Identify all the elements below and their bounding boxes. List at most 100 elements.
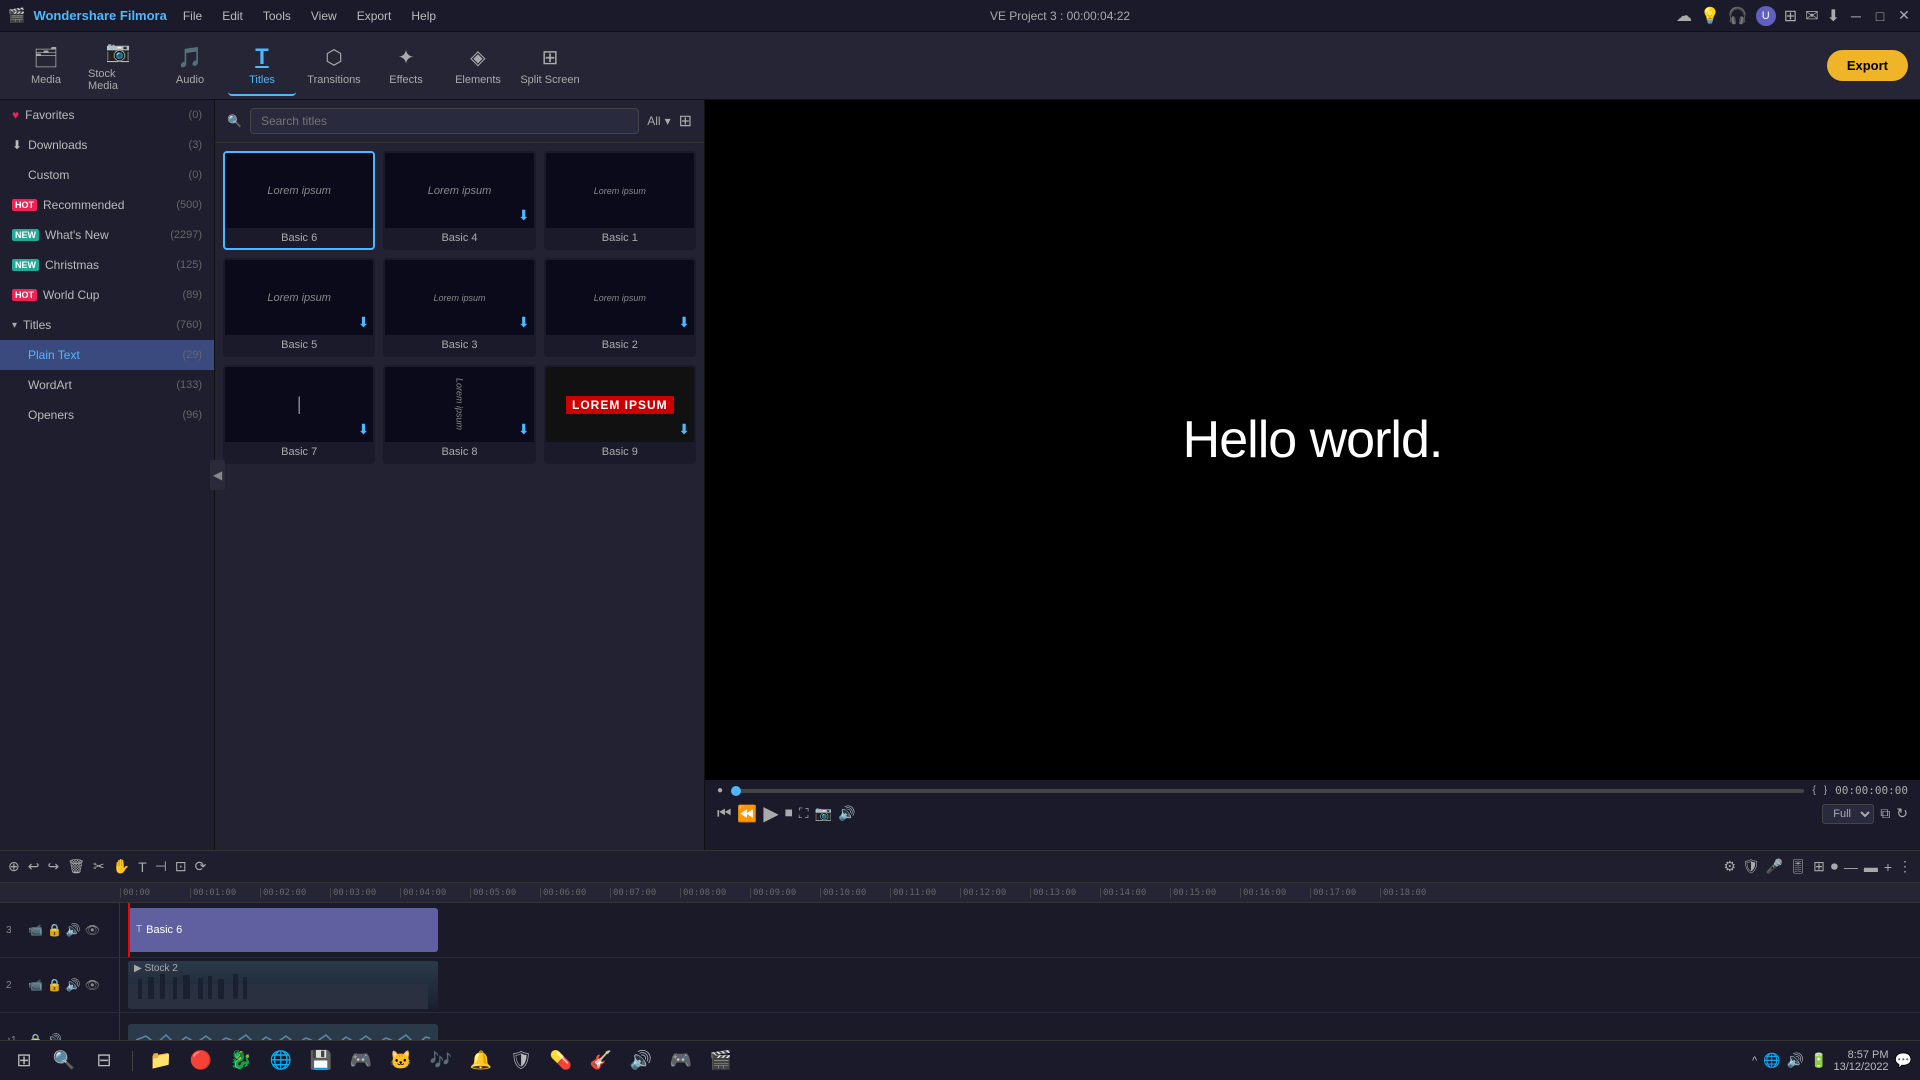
tool-transitions[interactable]: ⬡ Transitions xyxy=(300,36,368,96)
sidebar-item-favorites[interactable]: ♥ Favorites (0) xyxy=(0,100,214,130)
title-card-basic1[interactable]: Lorem ipsum Basic 1 xyxy=(544,151,696,250)
taskbar-app6-icon[interactable]: 🐱 xyxy=(385,1045,417,1077)
tool-effects[interactable]: ✦ Effects xyxy=(372,36,440,96)
title-card-basic4[interactable]: Lorem ipsum ⬇ Basic 4 xyxy=(383,151,535,250)
delete-button[interactable]: 🗑 xyxy=(67,858,85,875)
seek-bar[interactable] xyxy=(731,789,1804,793)
taskbar-chevron-icon[interactable]: ^ xyxy=(1752,1055,1757,1067)
play-button[interactable]: ▶ xyxy=(763,801,778,826)
taskbar-spotify-icon[interactable]: 🎸 xyxy=(585,1045,617,1077)
sidebar-item-recommended[interactable]: HOT Recommended (500) xyxy=(0,190,214,220)
tool-titles[interactable]: T Titles xyxy=(228,36,296,96)
title-card-basic6[interactable]: Lorem ipsum Basic 6 xyxy=(223,151,375,250)
track-eye-icon-3[interactable]: 👁 xyxy=(85,923,100,937)
render-button[interactable]: ↻ xyxy=(1896,805,1908,822)
track-eye-icon-2[interactable]: 👁 xyxy=(85,978,100,992)
track-lock-icon-3[interactable]: 🔒 xyxy=(47,923,62,937)
layout-icon[interactable]: ⊞ xyxy=(1813,858,1825,875)
taskbar-network-icon[interactable]: 🌐 xyxy=(1763,1052,1780,1069)
track-lock-icon-2[interactable]: 🔒 xyxy=(47,978,62,992)
export-button[interactable]: Export xyxy=(1827,50,1908,81)
shield-icon[interactable]: 🛡 xyxy=(1742,858,1760,875)
title-card-text9[interactable]: LOREM IPSUM ⬇ Basic 9 xyxy=(544,365,696,464)
track-mute-icon-3[interactable]: 🔊 xyxy=(66,923,81,937)
close-button[interactable]: ✕ xyxy=(1896,8,1912,24)
stop-button[interactable]: ⏹ xyxy=(785,805,793,823)
sidebar-item-christmas[interactable]: NEW Christmas (125) xyxy=(0,250,214,280)
sidebar-item-plain-text[interactable]: Plain Text (29) xyxy=(0,340,214,370)
download-icon[interactable]: ⬇ xyxy=(1827,6,1840,26)
crop-button[interactable]: ⊡ xyxy=(175,858,187,875)
taskbar-app8-icon[interactable]: 🔔 xyxy=(465,1045,497,1077)
taskbar-search-button[interactable]: 🔍 xyxy=(48,1045,80,1077)
avatar[interactable]: U xyxy=(1756,6,1776,26)
pip-button[interactable]: ⧉ xyxy=(1880,805,1890,822)
clip-basic6[interactable]: T Basic 6 xyxy=(128,908,438,951)
fullscreen-preview-button[interactable]: ⛶ xyxy=(799,805,809,822)
taskbar-notifications-icon[interactable]: 💬 xyxy=(1895,1052,1912,1069)
taskbar-filmora-icon[interactable]: 🎬 xyxy=(705,1045,737,1077)
split-button[interactable]: ⊣ xyxy=(155,858,167,875)
taskbar-app5-icon[interactable]: 🎮 xyxy=(345,1045,377,1077)
taskbar-opera-icon[interactable]: 🔴 xyxy=(185,1045,217,1077)
task-view-button[interactable]: ⊟ xyxy=(88,1045,120,1077)
taskbar-nvidia-icon[interactable]: 🐉 xyxy=(225,1045,257,1077)
zoom-out-button[interactable]: — xyxy=(1844,859,1858,875)
mail-icon[interactable]: ✉ xyxy=(1805,6,1818,26)
menu-file[interactable]: File xyxy=(175,7,210,25)
grid-icon[interactable]: ⊞ xyxy=(1784,6,1797,26)
step-back-button[interactable]: ⏪ xyxy=(737,804,757,824)
taskbar-app10-icon[interactable]: 💊 xyxy=(545,1045,577,1077)
sidebar-item-downloads[interactable]: ⬇ Downloads (3) xyxy=(0,130,214,160)
tool-stock-media[interactable]: 📷 Stock Media xyxy=(84,36,152,96)
start-button[interactable]: ⊞ xyxy=(8,1045,40,1077)
taskbar-chrome-icon[interactable]: 🌐 xyxy=(265,1045,297,1077)
sidebar-item-custom[interactable]: Custom (0) xyxy=(0,160,214,190)
sidebar-item-wordart[interactable]: WordArt (133) xyxy=(0,370,214,400)
panel-collapse-arrow[interactable]: ◀ xyxy=(210,460,225,490)
taskbar-app9-icon[interactable]: 🛡 xyxy=(505,1045,537,1077)
tool-media[interactable]: 🗂 Media xyxy=(12,36,80,96)
cut-button[interactable]: ✂ xyxy=(93,858,105,875)
rewind-button[interactable]: ⏮ xyxy=(717,805,731,823)
taskbar-files-icon[interactable]: 📁 xyxy=(145,1045,177,1077)
tool-elements[interactable]: ◈ Elements xyxy=(444,36,512,96)
title-card-basic2[interactable]: Lorem ipsum ⬇ Basic 2 xyxy=(544,258,696,357)
add-track-button[interactable]: ⊕ xyxy=(8,858,20,875)
taskbar-app7-icon[interactable]: 🎶 xyxy=(425,1045,457,1077)
cloud-icon[interactable]: ☁ xyxy=(1676,6,1692,26)
taskbar-clock[interactable]: 8:57 PM 13/12/2022 xyxy=(1834,1049,1889,1073)
menu-help[interactable]: Help xyxy=(403,7,444,25)
record-icon[interactable]: ⏺ xyxy=(1831,858,1838,875)
audio-button[interactable]: 🔊 xyxy=(838,805,855,822)
sidebar-item-titles[interactable]: ▾ Titles (760) xyxy=(0,310,214,340)
settings-icon[interactable]: ⚙ xyxy=(1724,858,1737,875)
track-mute-icon-2[interactable]: 🔊 xyxy=(66,978,81,992)
taskbar-clip-icon[interactable]: 💾 xyxy=(305,1045,337,1077)
search-input[interactable] xyxy=(250,108,639,134)
snapshot-button[interactable]: 📷 xyxy=(815,805,832,822)
menu-export[interactable]: Export xyxy=(349,7,400,25)
menu-edit[interactable]: Edit xyxy=(214,7,251,25)
text-tool-button[interactable]: T xyxy=(138,859,147,875)
taskbar-speaker-icon[interactable]: 🔊 xyxy=(1787,1052,1804,1069)
menu-view[interactable]: View xyxy=(303,7,345,25)
title-card-text7[interactable]: | ⬇ Basic 7 xyxy=(223,365,375,464)
taskbar-steam-icon[interactable]: 🎮 xyxy=(665,1045,697,1077)
maximize-button[interactable]: □ xyxy=(1872,8,1888,24)
grid-view-icon[interactable]: ⊞ xyxy=(679,111,692,131)
mixer-icon[interactable]: 🎚 xyxy=(1789,858,1807,875)
undo-button[interactable]: ↩ xyxy=(28,858,40,875)
title-card-text8[interactable]: Lorem ipsum ⬇ Basic 8 xyxy=(383,365,535,464)
title-card-basic3[interactable]: Lorem ipsum ⬇ Basic 3 xyxy=(383,258,535,357)
zoom-in-button[interactable]: + xyxy=(1884,859,1892,875)
hand-tool-button[interactable]: ✋ xyxy=(113,858,130,875)
zoom-slider[interactable]: ▬ xyxy=(1864,859,1878,875)
zoom-select[interactable]: Full xyxy=(1822,804,1874,824)
speed-button[interactable]: ⟳ xyxy=(195,858,207,875)
taskbar-vlc-icon[interactable]: 🔊 xyxy=(625,1045,657,1077)
sidebar-item-world-cup[interactable]: HOT World Cup (89) xyxy=(0,280,214,310)
minimize-button[interactable]: ─ xyxy=(1848,8,1864,24)
title-card-basic5[interactable]: Lorem ipsum ⬇ Basic 5 xyxy=(223,258,375,357)
sidebar-item-openers[interactable]: Openers (96) xyxy=(0,400,214,430)
